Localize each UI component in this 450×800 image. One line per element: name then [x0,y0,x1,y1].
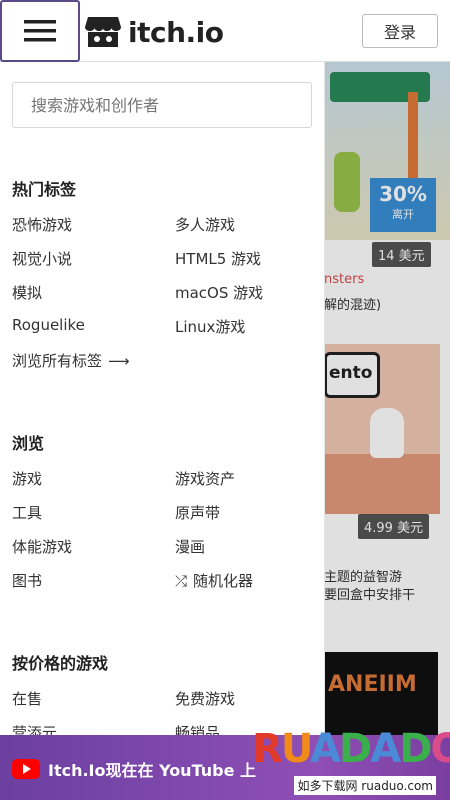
login-button[interactable]: 登录 [362,14,438,48]
browse-link[interactable]: 图书 [12,570,42,591]
tag-link[interactable]: Roguelike [12,316,85,334]
drawer-overlay[interactable] [324,62,450,800]
browse-link[interactable]: 工具 [12,502,42,523]
watermark-logo: RUADADO [252,726,450,772]
randomizer-link[interactable]: ⤮ 随机化器 [175,570,253,591]
watermark-subtext: 如多下载网 ruaduo.com [294,776,436,795]
randomizer-label: 随机化器 [193,572,254,590]
price-link[interactable]: 在售 [12,688,42,709]
site-watermark: RUADADO 如多下载网 ruaduo.com [252,726,450,800]
hamburger-menu-button[interactable] [0,0,80,62]
section-title-tags: 热门标签 [12,180,77,199]
browse-all-tags-link[interactable]: 浏览所有标签 ⟶ [12,350,130,371]
tag-link[interactable]: HTML5 游戏 [175,248,261,269]
browse-link[interactable]: 原声带 [175,502,220,523]
itchio-store-icon [85,17,121,47]
browse-all-tags-label: 浏览所有标签 [12,352,103,370]
tag-link[interactable]: 多人游戏 [175,214,235,235]
top-header: itch.io 登录 [0,0,450,62]
youtube-icon [12,759,40,779]
browse-link[interactable]: 游戏 [12,468,42,489]
price-link[interactable]: 免费游戏 [175,688,235,709]
tag-link[interactable]: 模拟 [12,282,42,303]
nav-drawer: 热门标签 恐怖游戏 多人游戏 视觉小说 HTML5 游戏 模拟 macOS 游戏… [0,62,325,800]
itchio-logo[interactable]: itch.io [84,12,224,52]
hamburger-icon [24,20,56,42]
section-title-price: 按价格的游戏 [12,654,109,673]
search-input[interactable] [12,82,312,128]
youtube-banner-text: Itch.Io现在在 YouTube 上 [48,761,256,780]
section-title-browse: 浏览 [12,434,45,453]
tag-link[interactable]: Linux游戏 [175,316,245,337]
browse-link[interactable]: 体能游戏 [12,536,72,557]
browse-link[interactable]: 漫画 [175,536,205,557]
browse-link[interactable]: 游戏资产 [175,468,235,489]
shuffle-icon: ⤮ [175,572,188,590]
tag-link[interactable]: macOS 游戏 [175,282,263,303]
arrow-right-icon: ⟶ [108,352,130,370]
tag-link[interactable]: 视觉小说 [12,248,72,269]
logo-text: itch.io [128,15,224,49]
tag-link[interactable]: 恐怖游戏 [12,214,72,235]
